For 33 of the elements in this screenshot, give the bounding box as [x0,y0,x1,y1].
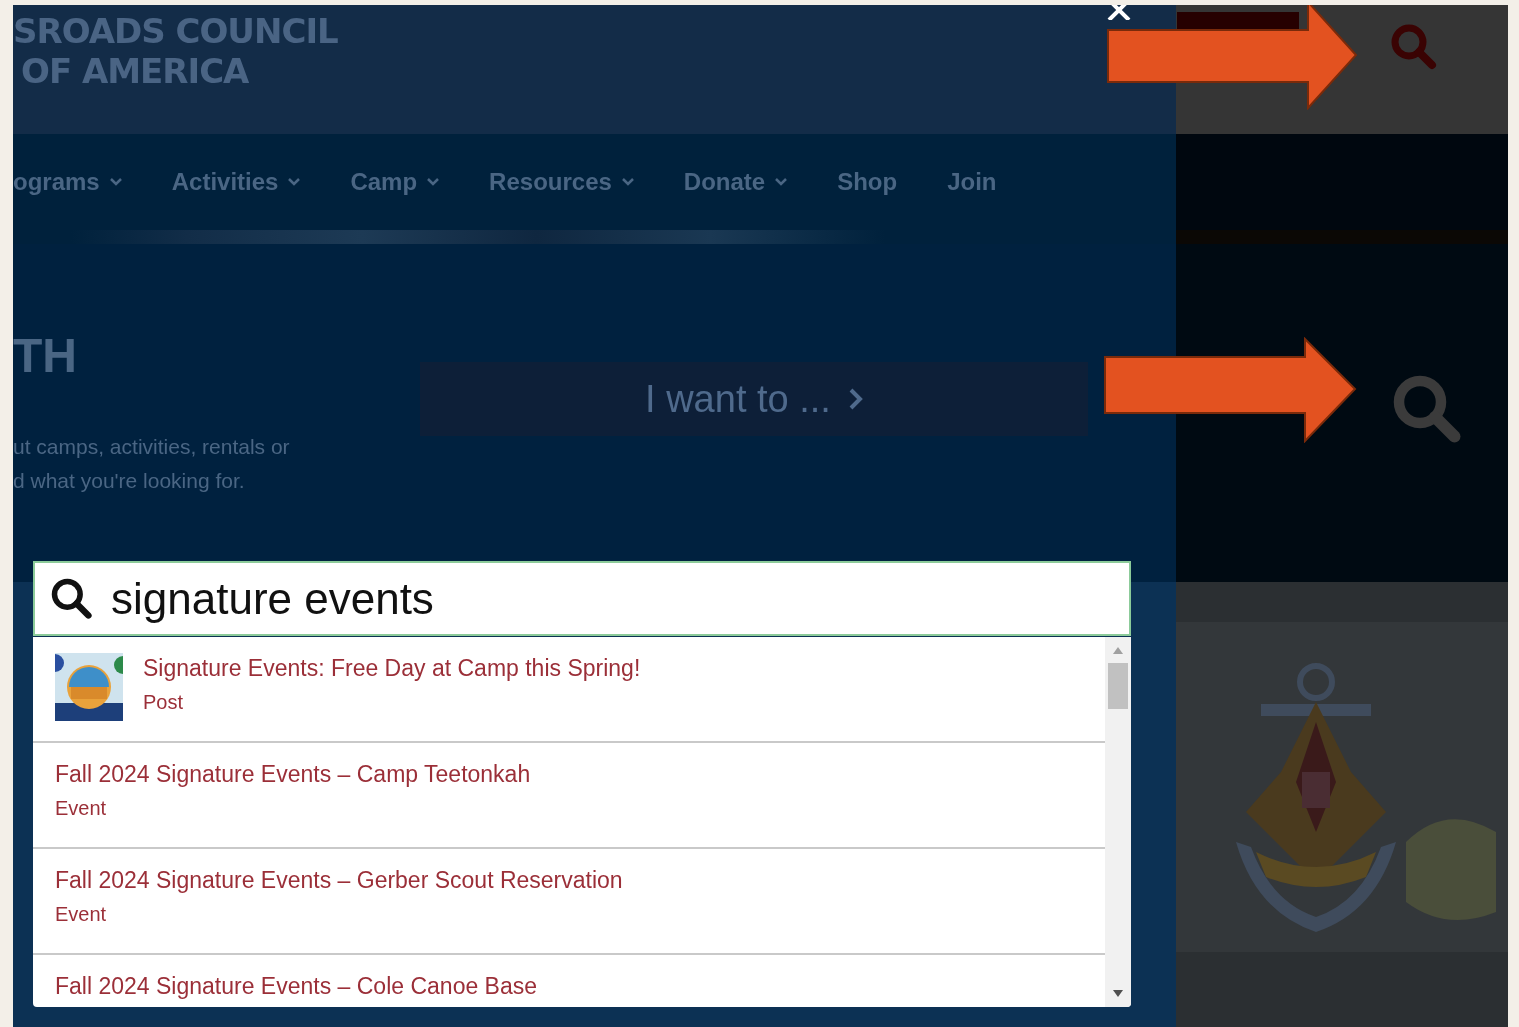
hero-text: ut camps, activities, rentals or d what you're looking for. [13,434,290,494]
result-title: Fall 2024 Signature Events – Camp Teetonkah [55,760,531,789]
nav-link[interactable]: Donate [683,164,788,200]
result-type: Event [55,902,108,927]
result-item[interactable]: Signature Events: Free Day at Camp this Spring! Post [33,637,1105,743]
close-icon[interactable] [1105,5,1133,20]
nav-link[interactable]: ograms [13,164,122,200]
nav-link[interactable]: Activities [171,164,301,200]
scrollbar[interactable] [1105,637,1131,1007]
hero-heading: TH [13,332,77,380]
result-type: Event [55,796,108,821]
search-field[interactable]: signature events [33,561,1131,636]
nav-link[interactable]: Resources [489,164,634,200]
scroll-down-icon[interactable] [1113,990,1123,997]
logo-text: SROADS COUNCIL [13,11,338,51]
result-title: Fall 2024 Signature Events – Cole Canoe Base [55,972,538,1001]
scroll-up-icon[interactable] [1113,647,1123,654]
result-item[interactable]: Fall 2024 Signature Events – Camp Teetonkah Event [33,743,1105,849]
nav-link[interactable]: Camp [350,164,440,200]
arrow-icon [1104,337,1357,443]
chevron-right-icon [848,388,863,410]
result-type: Post [143,690,185,715]
logo-text: OF AMERICA [21,51,249,91]
nav-link[interactable]: Shop [837,164,898,200]
result-item[interactable]: Fall 2024 Signature Events – Gerber Scout Reservation Event [33,849,1105,955]
arrow-icon [1107,5,1358,110]
nav-link[interactable]: Join [947,164,997,200]
search-icon[interactable] [1389,22,1437,70]
search-icon [49,576,93,620]
result-title: Fall 2024 Signature Events – Gerber Scout Reservation [55,866,623,895]
cta-button[interactable]: I want to ... [420,362,1088,436]
result-title: Signature Events: Free Day at Camp this Spring! [143,654,641,683]
scroll-thumb[interactable] [1108,663,1128,709]
